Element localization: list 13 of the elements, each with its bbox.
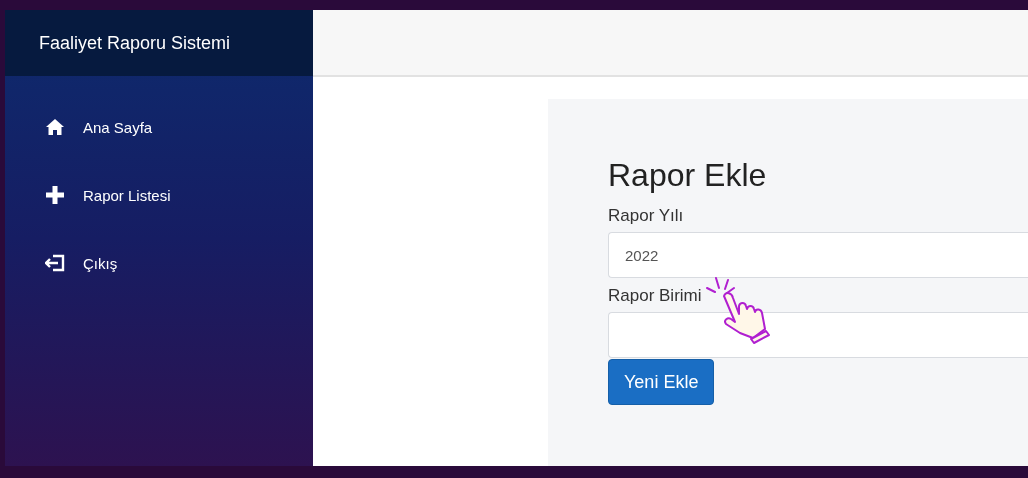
- field-label: Rapor Yılı: [608, 206, 684, 226]
- exit-icon: [45, 254, 65, 272]
- add-button[interactable]: Yeni Ekle: [608, 359, 715, 405]
- form-title: Rapor Ekle: [608, 157, 767, 194]
- pointer-hand-icon: [706, 276, 772, 344]
- input-field[interactable]: 2022: [608, 232, 1028, 278]
- field-label: Rapor Birimi: [608, 286, 702, 306]
- nav-link[interactable]: Rapor Listesi: [45, 179, 313, 211]
- nav-link[interactable]: Çıkış: [45, 247, 313, 279]
- nav-link[interactable]: Ana Sayfa: [45, 111, 313, 143]
- plus-icon: [45, 185, 65, 205]
- app-title: Faaliyet Raporu Sistemi: [39, 32, 231, 54]
- home-icon: [45, 118, 65, 136]
